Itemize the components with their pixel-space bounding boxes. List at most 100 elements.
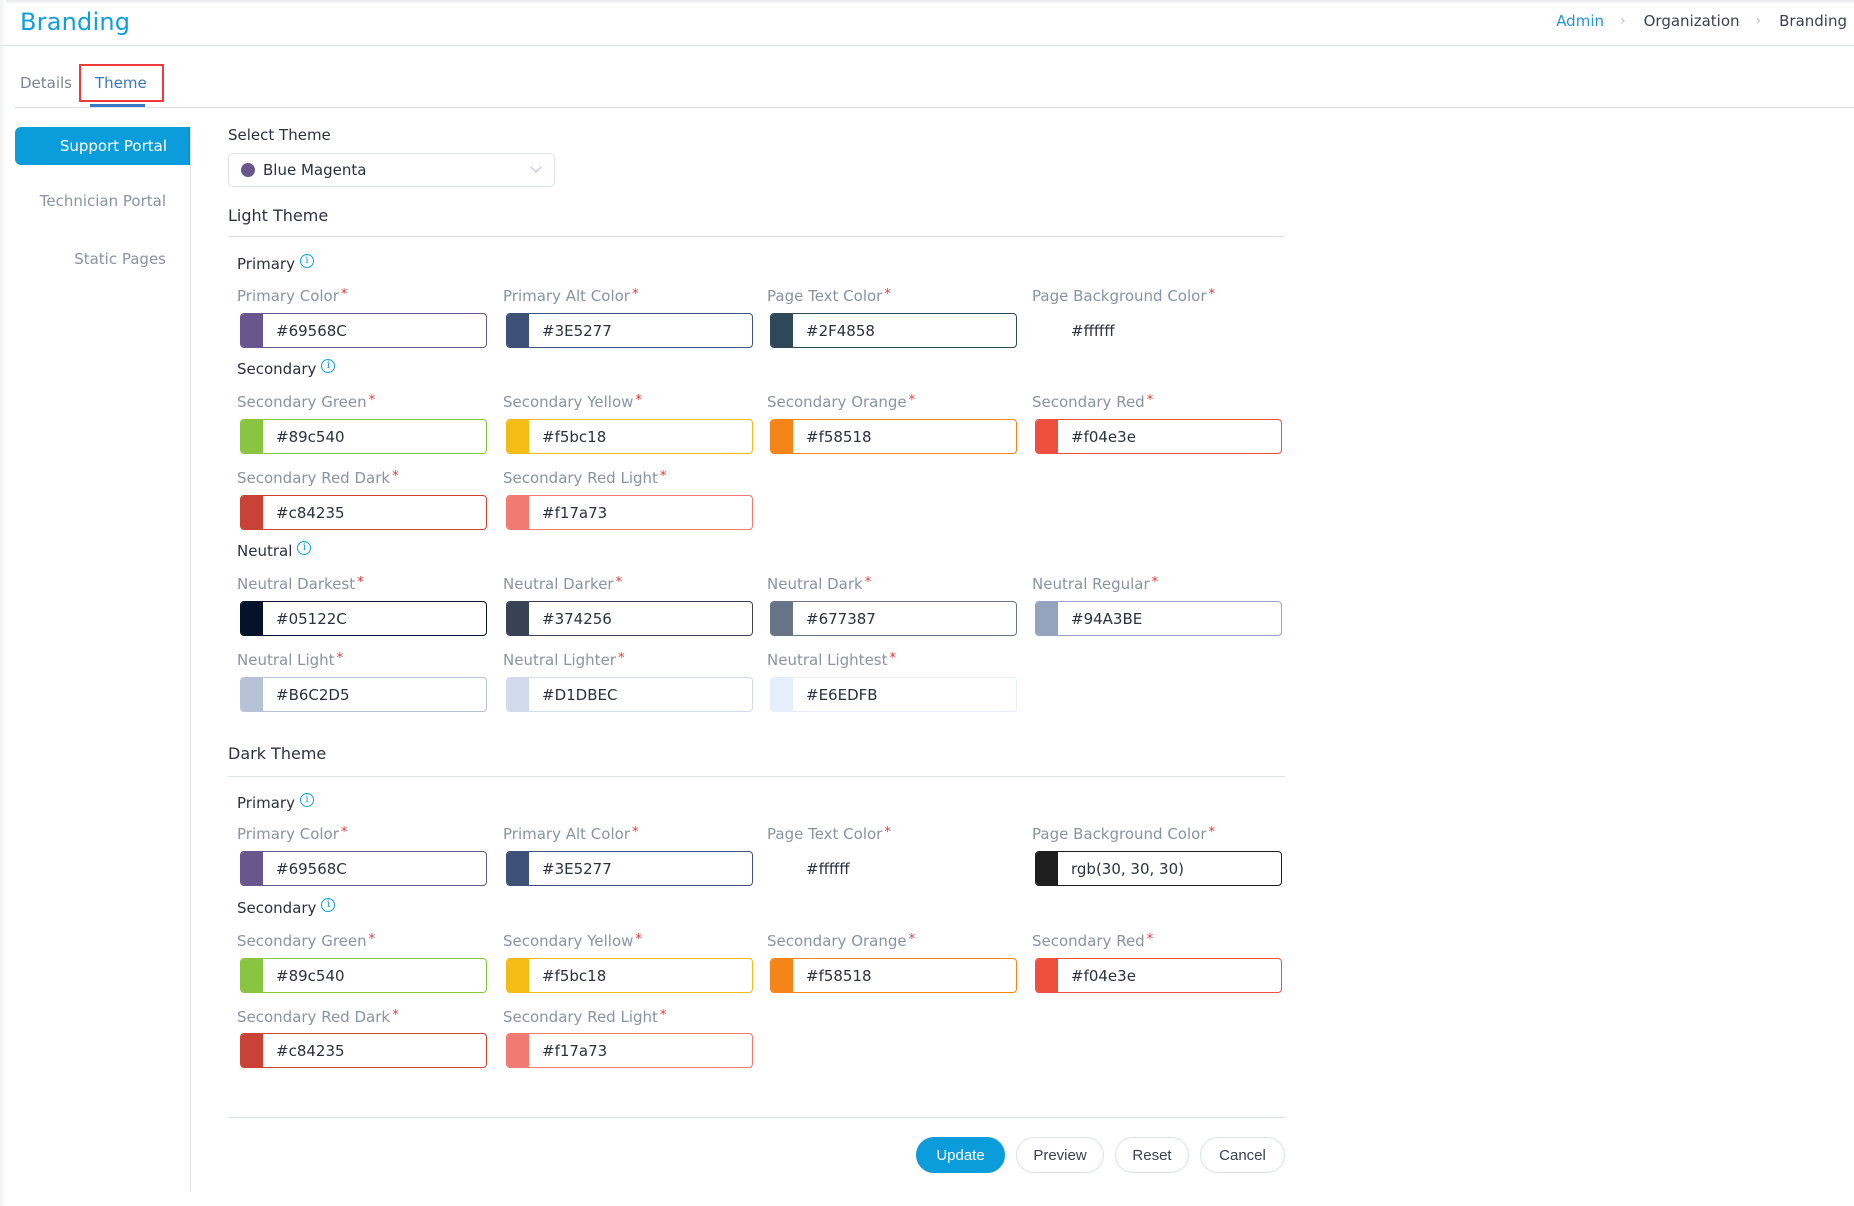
color-value[interactable]: #ffffff <box>1058 314 1115 347</box>
color-value[interactable]: #89c540 <box>263 420 345 453</box>
light-page-text-color-input[interactable]: #2F4858 <box>770 313 1017 348</box>
light-secondary-orange-input[interactable]: #f58518 <box>770 419 1017 454</box>
cancel-button[interactable]: Cancel <box>1200 1137 1285 1173</box>
light-neutral-lightest-input[interactable]: #E6EDFB <box>770 677 1017 712</box>
color-value[interactable]: #3E5277 <box>529 314 612 347</box>
color-value[interactable]: #05122C <box>263 602 347 635</box>
dark-secondary-red-light-input[interactable]: #f17a73 <box>506 1033 753 1068</box>
sidebar-item-support-portal[interactable]: Support Portal <box>15 127 191 165</box>
light-neutral-darkest-input[interactable]: #05122C <box>240 601 487 636</box>
field-label-text: Secondary Red Light <box>503 1008 658 1026</box>
dark-page-background-color-input[interactable]: rgb(30, 30, 30) <box>1035 851 1282 886</box>
breadcrumb-organization[interactable]: Organization <box>1644 12 1740 30</box>
color-value[interactable]: #677387 <box>793 602 876 635</box>
color-swatch[interactable] <box>1036 420 1058 453</box>
info-icon[interactable]: i <box>321 898 336 912</box>
dark-secondary-yellow-input[interactable]: #f5bc18 <box>506 958 753 993</box>
color-swatch[interactable] <box>507 678 529 711</box>
light-neutral-darker-input[interactable]: #374256 <box>506 601 753 636</box>
color-swatch[interactable] <box>241 420 263 453</box>
color-value[interactable]: #69568C <box>263 314 347 347</box>
color-swatch[interactable] <box>241 1034 263 1067</box>
breadcrumb-admin[interactable]: Admin <box>1556 12 1604 30</box>
sidebar-item-technician-portal[interactable]: Technician Portal <box>40 192 166 210</box>
color-swatch[interactable] <box>1036 314 1058 347</box>
light-secondary-yellow-input[interactable]: #f5bc18 <box>506 419 753 454</box>
light-primary-alt-color-input[interactable]: #3E5277 <box>506 313 753 348</box>
color-swatch[interactable] <box>507 420 529 453</box>
color-value[interactable]: #89c540 <box>263 959 345 992</box>
tab-details[interactable]: Details <box>20 74 72 92</box>
color-value[interactable]: #E6EDFB <box>793 678 878 711</box>
color-value[interactable]: #f04e3e <box>1058 420 1136 453</box>
color-value[interactable]: #3E5277 <box>529 852 612 885</box>
color-swatch[interactable] <box>507 496 529 529</box>
light-secondary-red-light-input[interactable]: #f17a73 <box>506 495 753 530</box>
color-swatch[interactable] <box>771 420 793 453</box>
info-icon[interactable]: i <box>297 541 312 555</box>
color-value[interactable]: #D1DBEC <box>529 678 617 711</box>
dark-secondary-orange-input[interactable]: #f58518 <box>770 958 1017 993</box>
light-neutral-darkest-label: Neutral Darkest * <box>237 575 364 593</box>
color-swatch[interactable] <box>507 959 529 992</box>
color-swatch[interactable] <box>771 959 793 992</box>
light-secondary-red-dark-input[interactable]: #c84235 <box>240 495 487 530</box>
color-swatch[interactable] <box>1036 852 1058 885</box>
color-value[interactable]: #374256 <box>529 602 612 635</box>
color-swatch[interactable] <box>241 602 263 635</box>
dark-page-text-color-input[interactable]: #ffffff <box>770 851 1017 886</box>
color-value[interactable]: #f17a73 <box>529 496 607 529</box>
light-neutral-regular-input[interactable]: #94A3BE <box>1035 601 1282 636</box>
info-icon[interactable]: i <box>321 359 336 373</box>
color-swatch[interactable] <box>1036 602 1058 635</box>
dark-secondary-red-dark-input[interactable]: #c84235 <box>240 1033 487 1068</box>
color-value[interactable]: #B6C2D5 <box>263 678 350 711</box>
dark-secondary-green-input[interactable]: #89c540 <box>240 958 487 993</box>
color-swatch[interactable] <box>241 678 263 711</box>
sidebar-item-static-pages[interactable]: Static Pages <box>74 250 166 268</box>
color-value[interactable]: #94A3BE <box>1058 602 1142 635</box>
color-swatch[interactable] <box>771 852 793 885</box>
color-swatch[interactable] <box>507 1034 529 1067</box>
light-secondary-green-input[interactable]: #89c540 <box>240 419 487 454</box>
color-value[interactable]: #69568C <box>263 852 347 885</box>
color-value[interactable]: #f58518 <box>793 420 872 453</box>
color-value[interactable]: #f17a73 <box>529 1034 607 1067</box>
color-value[interactable]: #f5bc18 <box>529 420 606 453</box>
color-value[interactable]: #ffffff <box>793 852 850 885</box>
info-icon[interactable]: i <box>299 254 314 268</box>
color-value[interactable]: rgb(30, 30, 30) <box>1058 852 1184 885</box>
preview-button[interactable]: Preview <box>1016 1137 1104 1173</box>
light-neutral-lighter-input[interactable]: #D1DBEC <box>506 677 753 712</box>
color-swatch[interactable] <box>241 314 263 347</box>
theme-select[interactable]: Blue Magenta <box>228 153 555 187</box>
light-neutral-dark-input[interactable]: #677387 <box>770 601 1017 636</box>
light-page-background-color-input[interactable]: #ffffff <box>1035 313 1282 348</box>
field-label-text: Primary Color <box>237 825 339 843</box>
color-swatch[interactable] <box>1036 959 1058 992</box>
color-swatch[interactable] <box>507 602 529 635</box>
info-icon[interactable]: i <box>299 793 314 807</box>
dark-secondary-red-input[interactable]: #f04e3e <box>1035 958 1282 993</box>
dark-primary-color-input[interactable]: #69568C <box>240 851 487 886</box>
color-swatch[interactable] <box>507 314 529 347</box>
color-value[interactable]: #c84235 <box>263 1034 345 1067</box>
dark-primary-alt-color-input[interactable]: #3E5277 <box>506 851 753 886</box>
update-button[interactable]: Update <box>916 1137 1005 1173</box>
color-value[interactable]: #f5bc18 <box>529 959 606 992</box>
light-primary-color-input[interactable]: #69568C <box>240 313 487 348</box>
color-value[interactable]: #f04e3e <box>1058 959 1136 992</box>
color-swatch[interactable] <box>241 959 263 992</box>
color-swatch[interactable] <box>507 852 529 885</box>
color-swatch[interactable] <box>771 678 793 711</box>
light-neutral-light-input[interactable]: #B6C2D5 <box>240 677 487 712</box>
reset-button[interactable]: Reset <box>1115 1137 1189 1173</box>
color-value[interactable]: #c84235 <box>263 496 345 529</box>
color-swatch[interactable] <box>241 496 263 529</box>
light-secondary-red-input[interactable]: #f04e3e <box>1035 419 1282 454</box>
color-value[interactable]: #f58518 <box>793 959 872 992</box>
color-swatch[interactable] <box>771 602 793 635</box>
color-value[interactable]: #2F4858 <box>793 314 875 347</box>
color-swatch[interactable] <box>241 852 263 885</box>
color-swatch[interactable] <box>771 314 793 347</box>
